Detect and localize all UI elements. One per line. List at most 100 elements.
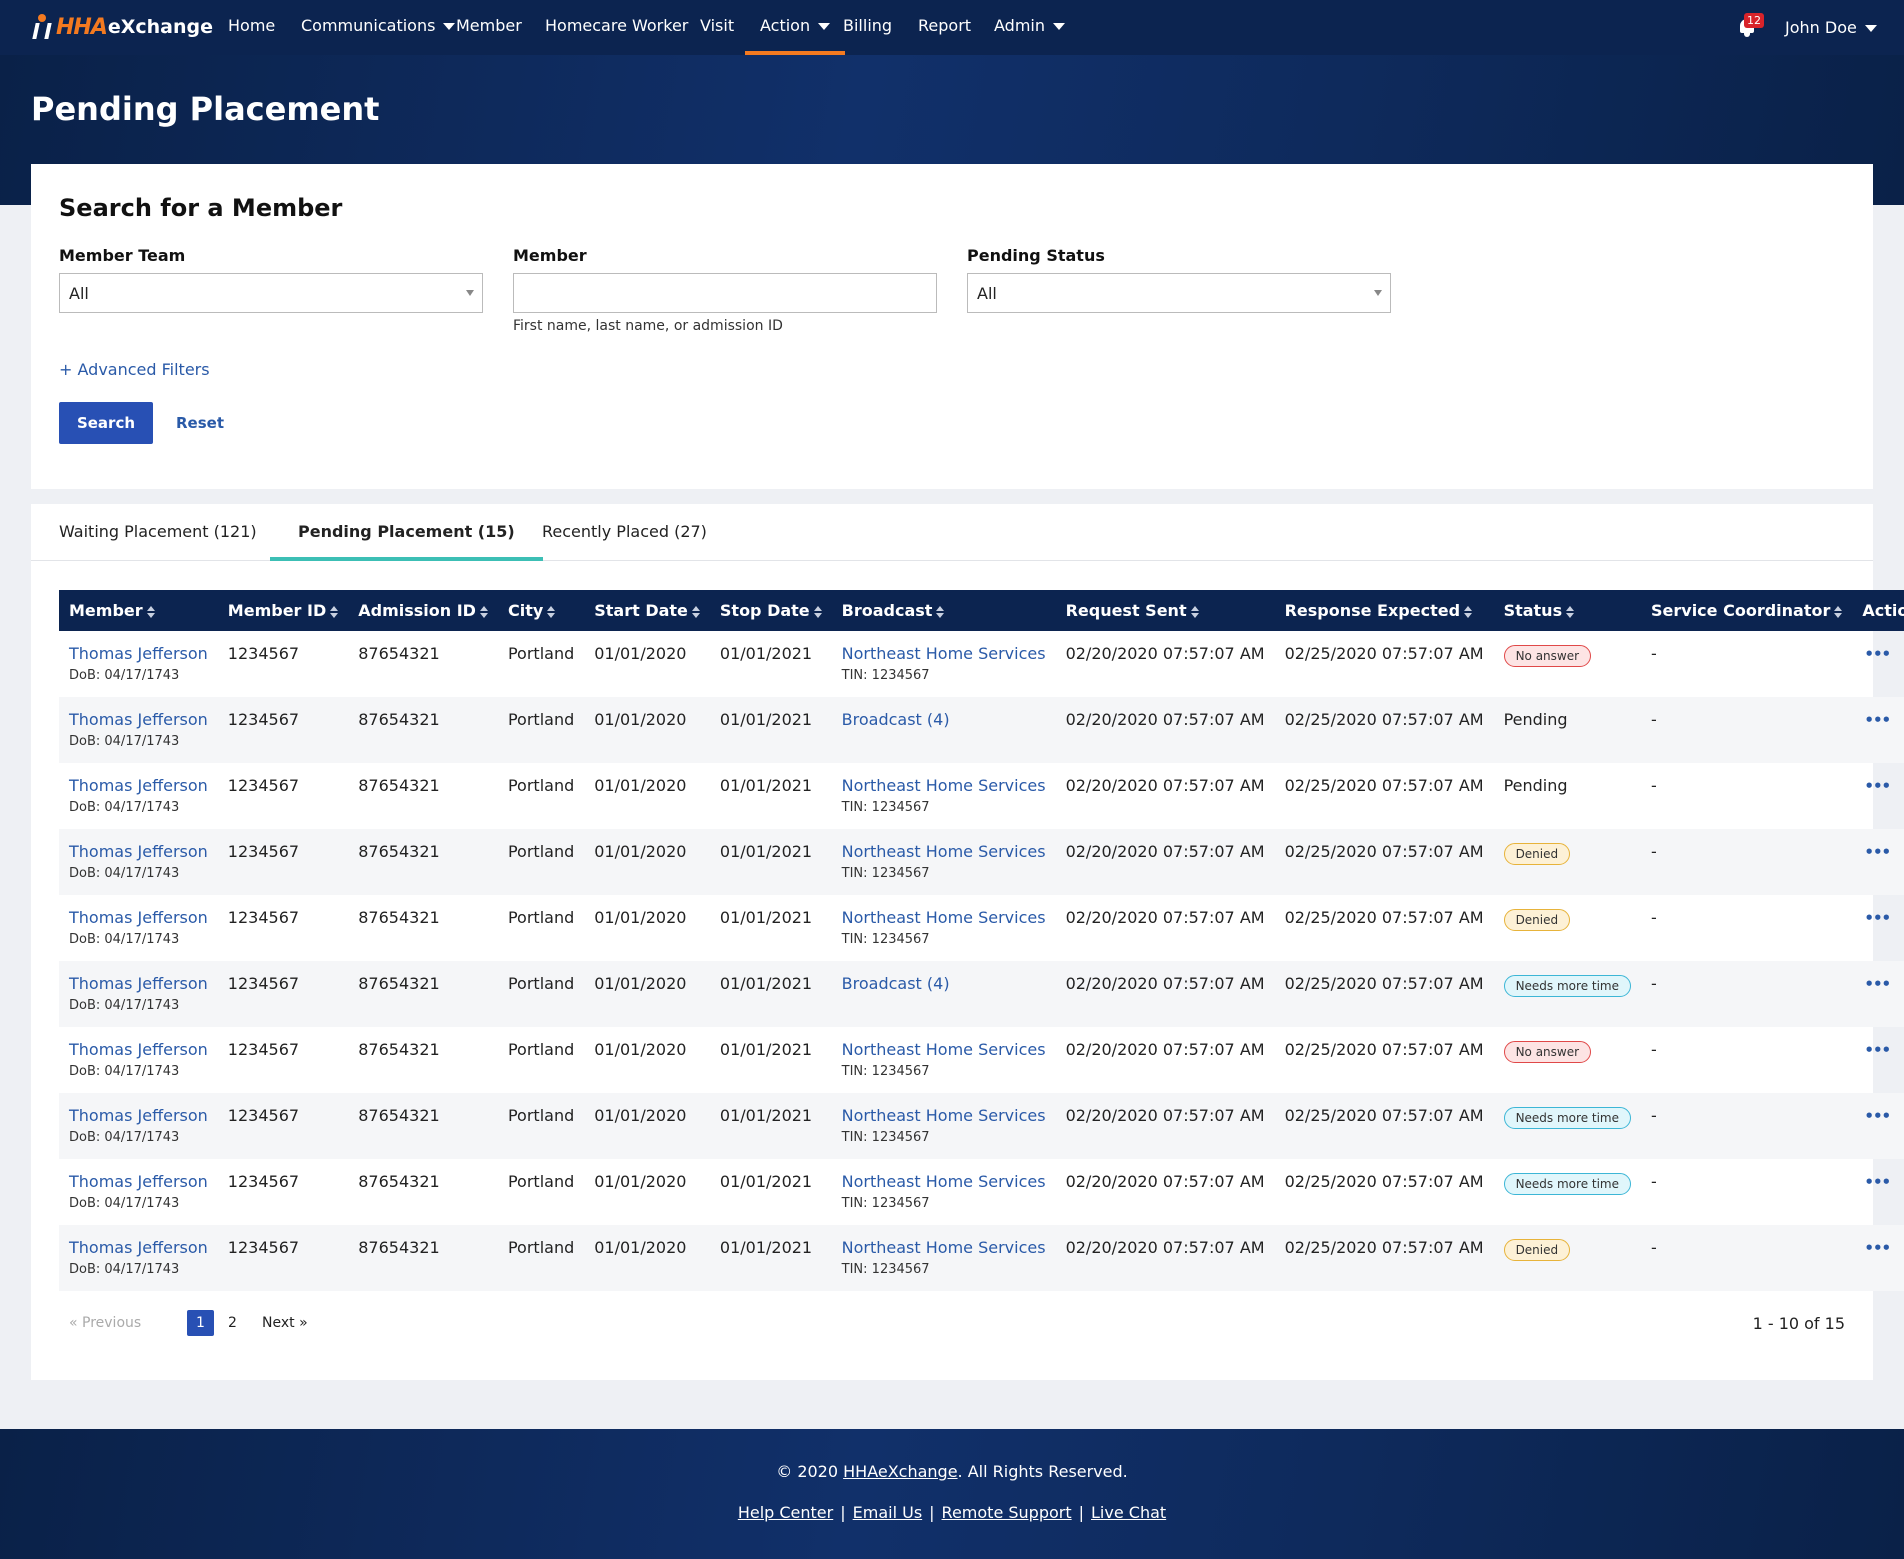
member-id-cell: 1234567 <box>227 1172 300 1191</box>
more-actions-icon[interactable]: ••• <box>1862 645 1891 663</box>
column-header[interactable]: Admission ID <box>348 590 498 631</box>
tin-text: TIN: 1234567 <box>841 1130 930 1145</box>
nav-action[interactable]: Action <box>745 0 846 55</box>
member-name-link[interactable]: Thomas Jefferson <box>69 1238 208 1257</box>
more-actions-icon[interactable]: ••• <box>1862 975 1891 993</box>
broadcast-link[interactable]: Northeast Home Services <box>842 776 1046 795</box>
more-actions-icon[interactable]: ••• <box>1862 711 1891 729</box>
stop-date-cell: 01/01/2021 <box>719 710 813 729</box>
status-cell: Pending <box>1494 763 1641 829</box>
sort-icon <box>146 605 155 618</box>
more-actions-icon[interactable]: ••• <box>1862 1173 1891 1191</box>
hhaexchange-logo[interactable]: HHA eXchange <box>32 12 213 42</box>
request-sent-cell: 02/20/2020 07:57:07 AM <box>1065 710 1265 729</box>
email-us-link[interactable]: Email Us <box>853 1503 923 1522</box>
column-header[interactable]: Status <box>1494 590 1641 631</box>
user-menu[interactable]: John Doe <box>1785 0 1877 55</box>
broadcast-cell: Northeast Home Services TIN: 1234567 <box>832 631 1056 697</box>
broadcast-link[interactable]: Northeast Home Services <box>842 842 1046 861</box>
more-actions-icon[interactable]: ••• <box>1862 843 1891 861</box>
nav-communications[interactable]: Communications <box>301 0 456 55</box>
nav-member[interactable]: Member <box>456 0 522 55</box>
column-header[interactable]: Response Expected <box>1275 590 1494 631</box>
column-header[interactable]: Start Date <box>584 590 710 631</box>
member-name-link[interactable]: Thomas Jefferson <box>69 842 208 861</box>
page-2-button[interactable]: 2 <box>228 1310 237 1336</box>
nav-report[interactable]: Report <box>918 0 971 55</box>
column-header[interactable]: Stop Date <box>710 590 832 631</box>
person-logo-icon <box>32 14 52 40</box>
status-cell: Needs more time <box>1494 1159 1641 1225</box>
member-name-link[interactable]: Thomas Jefferson <box>69 908 208 927</box>
live-chat-link[interactable]: Live Chat <box>1091 1503 1166 1522</box>
tab-pending-placement[interactable]: Pending Placement (15) <box>270 504 543 561</box>
nav-visit[interactable]: Visit <box>700 0 734 55</box>
status-badge: Needs more time <box>1503 975 1631 997</box>
advanced-filters-link[interactable]: + Advanced Filters <box>59 360 210 379</box>
request-sent-cell: 02/20/2020 07:57:07 AM <box>1065 776 1265 795</box>
stop-date-cell: 01/01/2021 <box>719 974 813 993</box>
member-dob: DoB: 04/17/1743 <box>69 932 180 947</box>
broadcast-link[interactable]: Northeast Home Services <box>842 1106 1046 1125</box>
more-actions-icon[interactable]: ••• <box>1862 1041 1891 1059</box>
pending-status-select[interactable]: All <box>967 273 1391 313</box>
member-name-link[interactable]: Thomas Jefferson <box>69 710 208 729</box>
broadcast-link[interactable]: Broadcast (4) <box>842 974 950 993</box>
broadcast-link[interactable]: Northeast Home Services <box>842 644 1046 663</box>
start-date-cell: 01/01/2020 <box>594 710 687 729</box>
stop-date-cell: 01/01/2021 <box>719 776 813 795</box>
member-name-link[interactable]: Thomas Jefferson <box>69 1040 208 1059</box>
sort-icon <box>547 605 556 618</box>
column-header[interactable]: City <box>498 590 584 631</box>
tab-waiting-placement[interactable]: Waiting Placement (121) <box>59 504 257 561</box>
table-row: Thomas Jefferson DoB: 04/17/1743 1234567 87… <box>59 1225 1904 1291</box>
more-actions-icon[interactable]: ••• <box>1862 1107 1891 1125</box>
page-title: Pending Placement <box>31 90 380 128</box>
broadcast-link[interactable]: Northeast Home Services <box>842 1238 1046 1257</box>
column-header[interactable]: Request Sent <box>1056 590 1275 631</box>
city-cell: Portland <box>507 1106 575 1125</box>
nav-billing[interactable]: Billing <box>843 0 892 55</box>
response-expected-cell: 02/25/2020 07:57:07 AM <box>1284 1172 1484 1191</box>
member-helper-text: First name, last name, or admission ID <box>513 318 783 334</box>
more-actions-icon[interactable]: ••• <box>1862 909 1891 927</box>
start-date-cell: 01/01/2020 <box>594 1172 687 1191</box>
service-coordinator-cell: - <box>1651 776 1657 795</box>
stop-date-cell: 01/01/2021 <box>719 1238 813 1257</box>
remote-support-link[interactable]: Remote Support <box>942 1503 1072 1522</box>
actions-cell: ••• <box>1852 895 1904 961</box>
member-name-link[interactable]: Thomas Jefferson <box>69 1106 208 1125</box>
column-header[interactable]: Broadcast <box>832 590 1056 631</box>
member-name-link[interactable]: Thomas Jefferson <box>69 644 208 663</box>
more-actions-icon[interactable]: ••• <box>1862 777 1891 795</box>
reset-button[interactable]: Reset <box>176 414 224 432</box>
member-id-cell: 1234567 <box>227 644 300 663</box>
broadcast-link[interactable]: Northeast Home Services <box>842 1040 1046 1059</box>
broadcast-link[interactable]: Broadcast (4) <box>842 710 950 729</box>
column-header[interactable]: Member <box>59 590 218 631</box>
member-name-link[interactable]: Thomas Jefferson <box>69 1172 208 1191</box>
column-header[interactable]: Service Coordinator <box>1641 590 1852 631</box>
service-coordinator-cell: - <box>1651 710 1657 729</box>
member-team-select[interactable]: All <box>59 273 483 313</box>
previous-page-link[interactable]: « Previous <box>69 1310 141 1336</box>
member-cell: Thomas Jefferson DoB: 04/17/1743 <box>59 631 218 697</box>
member-name-link[interactable]: Thomas Jefferson <box>69 776 208 795</box>
hhaexchange-link[interactable]: HHAeXchange <box>843 1462 957 1481</box>
help-center-link[interactable]: Help Center <box>738 1503 833 1522</box>
broadcast-link[interactable]: Northeast Home Services <box>842 1172 1046 1191</box>
nav-homecare-worker[interactable]: Homecare Worker <box>545 0 688 55</box>
nav-admin[interactable]: Admin <box>994 0 1065 55</box>
search-button[interactable]: Search <box>59 402 153 444</box>
service-coordinator-cell: - <box>1651 1106 1657 1125</box>
next-page-link[interactable]: Next » <box>262 1310 308 1336</box>
more-actions-icon[interactable]: ••• <box>1862 1239 1891 1257</box>
member-id-cell: 1234567 <box>227 1040 300 1059</box>
tab-recently-placed[interactable]: Recently Placed (27) <box>542 504 707 561</box>
member-name-link[interactable]: Thomas Jefferson <box>69 974 208 993</box>
column-header[interactable]: Member ID <box>218 590 348 631</box>
nav-home[interactable]: Home <box>228 0 275 55</box>
page-1-button[interactable]: 1 <box>187 1310 214 1336</box>
member-search-input[interactable] <box>513 273 937 313</box>
broadcast-link[interactable]: Northeast Home Services <box>842 908 1046 927</box>
